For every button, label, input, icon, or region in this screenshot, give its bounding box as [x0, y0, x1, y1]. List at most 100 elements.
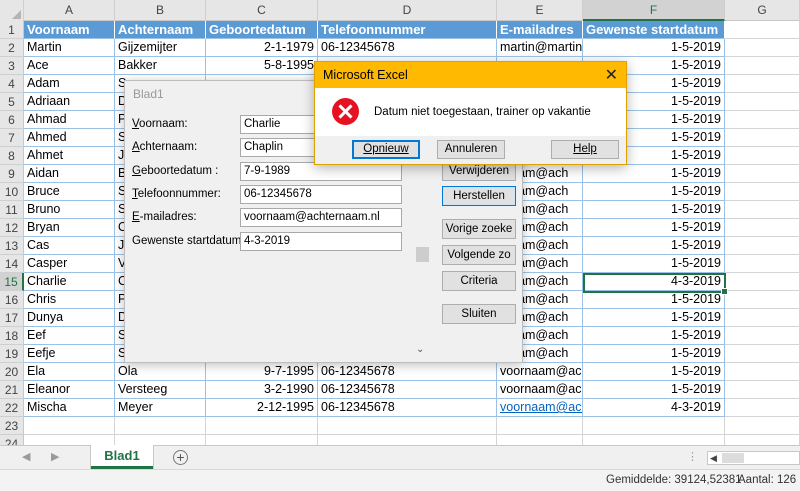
row-header-6[interactable]: 6: [0, 111, 24, 129]
row-header-11[interactable]: 11: [0, 201, 24, 219]
column-header-b[interactable]: B: [115, 0, 206, 21]
cell[interactable]: [725, 57, 800, 75]
close-icon[interactable]: ✕: [605, 65, 618, 85]
cancel-button[interactable]: Annuleren: [437, 140, 505, 159]
cell[interactable]: Dunya: [24, 309, 115, 327]
field-input[interactable]: 06-12345678: [240, 185, 402, 204]
row-header-3[interactable]: 3: [0, 57, 24, 75]
close-button[interactable]: Sluiten: [442, 304, 516, 324]
select-all-button[interactable]: [0, 0, 24, 21]
cell[interactable]: [725, 201, 800, 219]
cell[interactable]: Eef: [24, 327, 115, 345]
cell[interactable]: 2-12-1995: [206, 399, 318, 417]
scrollbar-thumb[interactable]: [722, 453, 744, 463]
cell[interactable]: [725, 327, 800, 345]
row-header-16[interactable]: 16: [0, 291, 24, 309]
cell[interactable]: 06-12345678: [318, 399, 497, 417]
field-input[interactable]: voornaam@achternaam.nl: [240, 208, 402, 227]
cell[interactable]: [725, 417, 800, 435]
plus-circle-icon[interactable]: +: [173, 450, 188, 465]
retry-button[interactable]: Opnieuw: [352, 140, 420, 159]
row-header-4[interactable]: 4: [0, 75, 24, 93]
cell[interactable]: [725, 183, 800, 201]
cell[interactable]: Cas: [24, 237, 115, 255]
row-header-14[interactable]: 14: [0, 255, 24, 273]
cell[interactable]: [318, 417, 497, 435]
cell[interactable]: Charlie: [24, 273, 115, 291]
header-cell[interactable]: [725, 21, 800, 39]
column-header-f[interactable]: F: [583, 0, 725, 21]
cell[interactable]: 1-5-2019: [583, 165, 725, 183]
cell[interactable]: [725, 219, 800, 237]
cell[interactable]: Adriaan: [24, 93, 115, 111]
cell[interactable]: [725, 309, 800, 327]
row-header-8[interactable]: 8: [0, 147, 24, 165]
row-header-22[interactable]: 22: [0, 399, 24, 417]
sheet-tab-blad1[interactable]: Blad1: [91, 445, 153, 469]
cell[interactable]: Adam: [24, 75, 115, 93]
cell[interactable]: [725, 273, 800, 291]
row-header-9[interactable]: 9: [0, 165, 24, 183]
cell[interactable]: [583, 417, 725, 435]
horizontal-scrollbar[interactable]: ◀: [707, 451, 800, 465]
row-header-19[interactable]: 19: [0, 345, 24, 363]
cell[interactable]: 1-5-2019: [583, 237, 725, 255]
cell[interactable]: [725, 147, 800, 165]
row-header-1[interactable]: 1: [0, 21, 24, 39]
cell[interactable]: [725, 363, 800, 381]
cell[interactable]: Chris: [24, 291, 115, 309]
cell[interactable]: 4-3-2019: [583, 273, 725, 291]
cell[interactable]: Aidan: [24, 165, 115, 183]
column-header-c[interactable]: C: [206, 0, 318, 21]
cell[interactable]: 06-12345678: [318, 39, 497, 57]
next-sheet-icon[interactable]: ▶: [51, 450, 59, 463]
row-header-10[interactable]: 10: [0, 183, 24, 201]
cell[interactable]: 06-12345678: [318, 363, 497, 381]
cell[interactable]: 1-5-2019: [583, 183, 725, 201]
header-cell[interactable]: Achternaam: [115, 21, 206, 39]
cell[interactable]: 1-5-2019: [583, 219, 725, 237]
error-message-box[interactable]: Microsoft Excel ✕ Datum niet toegestaan,…: [314, 61, 627, 165]
prev-sheet-icon[interactable]: ◀: [22, 450, 30, 463]
cell[interactable]: [725, 255, 800, 273]
header-cell[interactable]: Gewenste startdatum: [583, 21, 725, 39]
cell[interactable]: Ace: [24, 57, 115, 75]
header-cell[interactable]: Telefoonnummer: [318, 21, 497, 39]
cell[interactable]: Bruno: [24, 201, 115, 219]
column-header-e[interactable]: E: [497, 0, 583, 21]
chevron-down-icon[interactable]: ⌄: [416, 344, 424, 355]
cell[interactable]: Versteeg: [115, 381, 206, 399]
cell[interactable]: 9-7-1995: [206, 363, 318, 381]
cell[interactable]: [497, 417, 583, 435]
cell[interactable]: Gijzemijter: [115, 39, 206, 57]
cell[interactable]: 1-5-2019: [583, 291, 725, 309]
cell[interactable]: [725, 381, 800, 399]
cell[interactable]: Ahmed: [24, 129, 115, 147]
cell[interactable]: 2-1-1979: [206, 39, 318, 57]
cell[interactable]: [725, 111, 800, 129]
cell[interactable]: Casper: [24, 255, 115, 273]
criteria-button[interactable]: Criteria: [442, 271, 516, 291]
cell[interactable]: Ahmad: [24, 111, 115, 129]
row-header-21[interactable]: 21: [0, 381, 24, 399]
cell[interactable]: Martin: [24, 39, 115, 57]
scroll-left-icon[interactable]: ◀: [710, 452, 717, 465]
cell[interactable]: Eefje: [24, 345, 115, 363]
row-header-17[interactable]: 17: [0, 309, 24, 327]
column-header-a[interactable]: A: [24, 0, 115, 21]
restore-button[interactable]: Herstellen: [442, 186, 516, 206]
row-header-5[interactable]: 5: [0, 93, 24, 111]
column-header-g[interactable]: G: [725, 0, 800, 21]
cell[interactable]: 5-8-1995: [206, 57, 318, 75]
cell[interactable]: Mischa: [24, 399, 115, 417]
cell[interactable]: [725, 39, 800, 57]
cell[interactable]: 1-5-2019: [583, 345, 725, 363]
cell[interactable]: [725, 93, 800, 111]
column-header-d[interactable]: D: [318, 0, 497, 21]
cell[interactable]: voornaam@ach: [497, 399, 583, 417]
cell[interactable]: Meyer: [115, 399, 206, 417]
row-header-13[interactable]: 13: [0, 237, 24, 255]
row-header-18[interactable]: 18: [0, 327, 24, 345]
row-header-15[interactable]: 15: [0, 273, 24, 291]
header-cell[interactable]: Geboortedatum: [206, 21, 318, 39]
